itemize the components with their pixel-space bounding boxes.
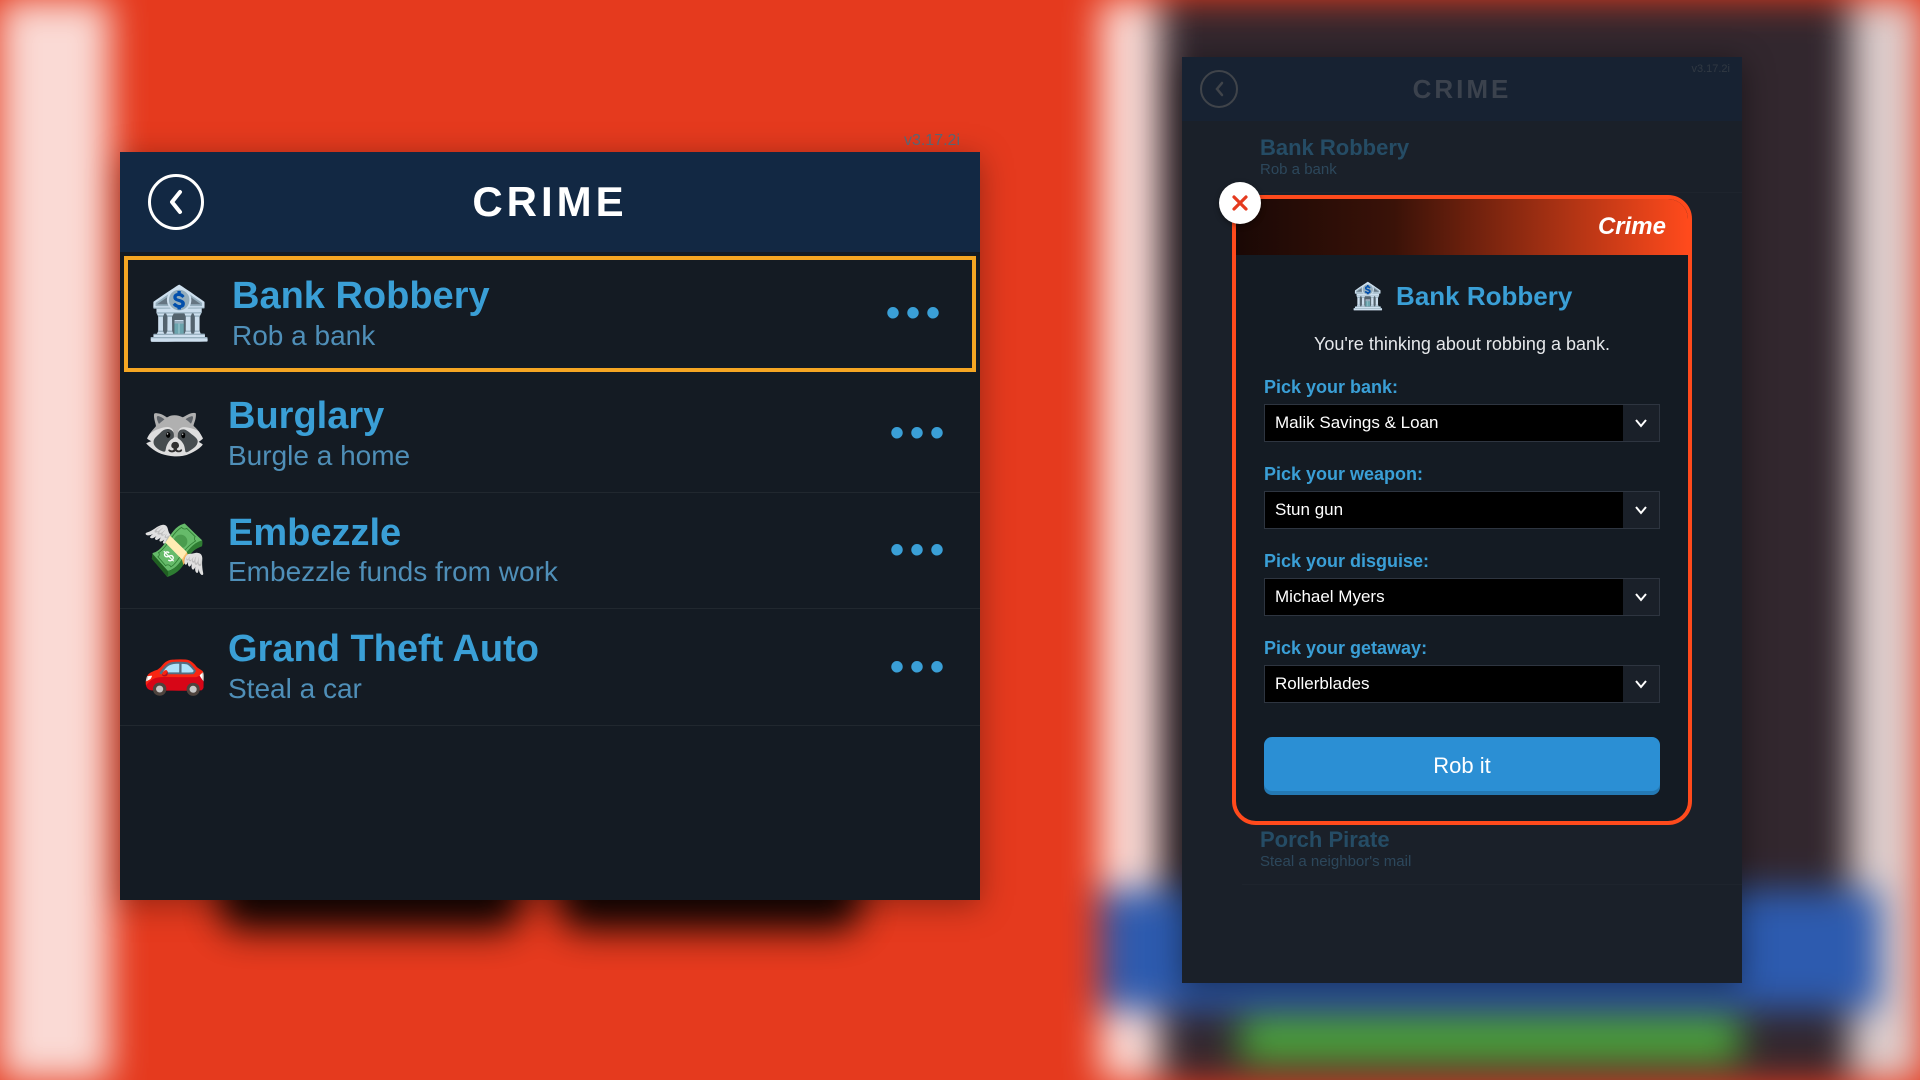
- field-label-getaway: Pick your getaway:: [1264, 638, 1660, 659]
- crime-item-subtitle: Rob a bank: [232, 320, 886, 352]
- crime-item-embezzle[interactable]: 💸 Embezzle Embezzle funds from work •••: [120, 493, 980, 610]
- more-dots-icon[interactable]: •••: [890, 411, 950, 456]
- back-button: [1200, 70, 1238, 108]
- raccoon-icon: 🦝: [140, 399, 210, 469]
- bank-icon: 🏦: [1352, 281, 1384, 312]
- more-dots-icon[interactable]: •••: [890, 645, 950, 690]
- field-label-disguise: Pick your disguise:: [1264, 551, 1660, 572]
- money-wings-icon: 💸: [140, 515, 210, 585]
- select-disguise[interactable]: Michael Myers: [1264, 578, 1660, 616]
- page-title: CRIME: [1413, 74, 1512, 105]
- modal-description: You're thinking about robbing a bank.: [1264, 334, 1660, 355]
- chevron-down-icon: [1623, 579, 1659, 615]
- crime-item-title: Burglary: [228, 396, 890, 438]
- select-bank-value: Malik Savings & Loan: [1265, 413, 1623, 433]
- chevron-down-icon: [1623, 492, 1659, 528]
- more-dots-icon[interactable]: •••: [890, 528, 950, 573]
- crime-item-title: Embezzle: [228, 513, 890, 555]
- chevron-left-icon: [1213, 81, 1225, 97]
- crime-item-subtitle: Steal a car: [228, 673, 890, 705]
- back-button[interactable]: [148, 174, 204, 230]
- select-bank[interactable]: Malik Savings & Loan: [1264, 404, 1660, 442]
- modal-header: Crime: [1236, 199, 1688, 255]
- close-button[interactable]: [1219, 182, 1261, 224]
- modal-title: Bank Robbery: [1396, 281, 1572, 312]
- more-dots-icon[interactable]: •••: [886, 291, 946, 336]
- rob-it-label: Rob it: [1433, 753, 1490, 779]
- crime-item-subtitle: Embezzle funds from work: [228, 556, 890, 588]
- select-getaway[interactable]: Rollerblades: [1264, 665, 1660, 703]
- crime-list: 🏦 Bank Robbery Rob a bank ••• 🦝 Burglary…: [120, 252, 980, 726]
- car-icon: 🚗: [140, 632, 210, 702]
- version-label: v3.17.2i: [904, 132, 960, 150]
- select-disguise-value: Michael Myers: [1265, 587, 1623, 607]
- select-getaway-value: Rollerblades: [1265, 674, 1623, 694]
- crime-modal: Crime 🏦 Bank Robbery You're thinking abo…: [1232, 195, 1692, 825]
- crime-list-screen: v3.17.2i CRIME 🏦 Bank Robbery Rob a bank…: [120, 152, 980, 900]
- chevron-down-icon: [1623, 405, 1659, 441]
- chevron-down-icon: [1623, 666, 1659, 702]
- bank-icon: 🏦: [144, 279, 214, 349]
- select-weapon[interactable]: Stun gun: [1264, 491, 1660, 529]
- close-icon: [1231, 194, 1249, 212]
- field-label-bank: Pick your bank:: [1264, 377, 1660, 398]
- field-label-weapon: Pick your weapon:: [1264, 464, 1660, 485]
- list-item: Bank Robbery Rob a bank: [1242, 121, 1742, 193]
- modal-header-label: Crime: [1598, 213, 1666, 241]
- crime-item-subtitle: Burgle a home: [228, 440, 890, 472]
- crime-item-burglary[interactable]: 🦝 Burglary Burgle a home •••: [120, 376, 980, 493]
- page-title: CRIME: [472, 178, 627, 226]
- crime-item-title: Bank Robbery: [232, 276, 886, 318]
- select-weapon-value: Stun gun: [1265, 500, 1623, 520]
- crime-item-title: Grand Theft Auto: [228, 629, 890, 671]
- rob-it-button[interactable]: Rob it: [1264, 737, 1660, 795]
- crime-item-bank-robbery[interactable]: 🏦 Bank Robbery Rob a bank •••: [124, 256, 976, 372]
- version-label: v3.17.2i: [1691, 63, 1730, 75]
- crime-header: CRIME: [120, 152, 980, 252]
- chevron-left-icon: [166, 188, 186, 216]
- crime-item-grand-theft-auto[interactable]: 🚗 Grand Theft Auto Steal a car •••: [120, 609, 980, 726]
- crime-detail-screen: CRIME v3.17.2i Bank Robbery Rob a bank P…: [1182, 57, 1742, 983]
